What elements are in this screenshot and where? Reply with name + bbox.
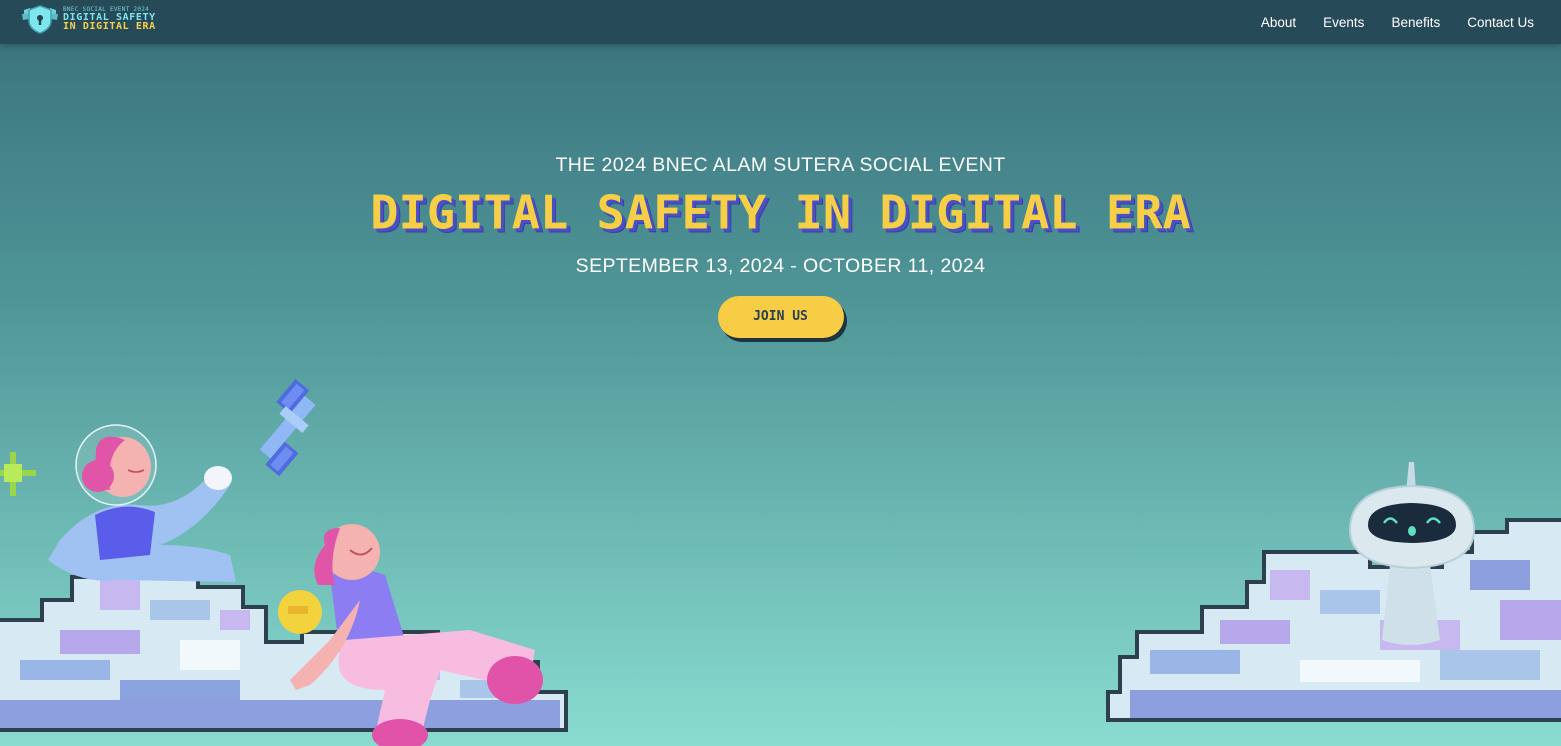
shield-lock-icon [22, 5, 58, 34]
pixel-cloud-left [0, 555, 568, 732]
site-logo[interactable]: BNEC SOCIAL EVENT 2024 DIGITAL SAFETY IN… [20, 4, 160, 40]
sparkle-icon [0, 452, 36, 496]
nav-link-contact-us[interactable]: Contact Us [1467, 15, 1534, 30]
nav-menu: About Events Benefits Contact Us [1261, 0, 1534, 44]
nav-link-benefits[interactable]: Benefits [1391, 15, 1440, 30]
nav-link-about[interactable]: About [1261, 15, 1296, 30]
hero-illustration [0, 378, 1561, 746]
hero-subtitle: THE 2024 BNEC ALAM SUTERA SOCIAL EVENT [555, 154, 1006, 176]
pixel-cloud-right [1106, 518, 1561, 722]
satellite-icon [259, 378, 316, 477]
event-dates: SEPTEMBER 13, 2024 - OCTOBER 11, 2024 [575, 255, 986, 277]
astronaut-girl-figure [48, 424, 236, 582]
join-us-button[interactable]: JOIN US [717, 296, 844, 338]
robot-figure [1348, 462, 1476, 645]
sitting-girl-figure [278, 524, 543, 746]
top-navbar: BNEC SOCIAL EVENT 2024 DIGITAL SAFETY IN… [0, 0, 1561, 44]
logo-title-line2: IN DIGITAL ERA [63, 21, 156, 32]
nav-link-events[interactable]: Events [1323, 15, 1364, 30]
hero-title: DIGITAL SAFETY IN DIGITAL ERA [370, 186, 1191, 241]
hero-section: THE 2024 BNEC ALAM SUTERA SOCIAL EVENT D… [0, 150, 1561, 338]
